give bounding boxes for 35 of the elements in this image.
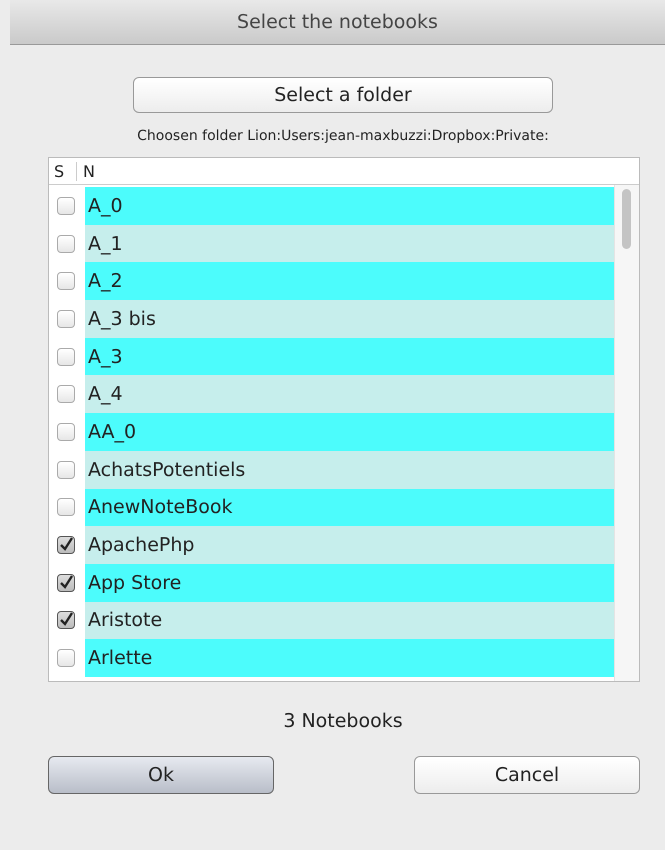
checkbox[interactable] — [57, 310, 75, 328]
notebook-name-cell[interactable]: A_1 — [85, 224, 614, 262]
checkbox[interactable] — [57, 460, 75, 479]
window-title: Select the notebooks — [237, 11, 438, 33]
notebook-name-cell[interactable]: Arlette — [85, 639, 614, 677]
notebook-name-cell[interactable]: Aristote — [85, 602, 614, 640]
checkbox[interactable] — [57, 649, 75, 668]
checkbox[interactable] — [57, 348, 75, 366]
cancel-button[interactable]: Cancel — [414, 756, 640, 794]
notebook-name-cell[interactable]: A_3 — [85, 338, 614, 376]
notebook-name-cell[interactable]: AA_0 — [85, 413, 614, 451]
checkbox[interactable] — [57, 196, 75, 215]
checkbox[interactable] — [57, 498, 75, 516]
checkbox[interactable] — [57, 611, 75, 630]
notebook-name-cell[interactable]: A_3 bis — [85, 300, 614, 338]
checkbox[interactable] — [57, 536, 75, 554]
notebook-name-cell[interactable]: A_2 — [85, 262, 614, 300]
scrollbar[interactable] — [614, 185, 639, 681]
column-header[interactable]: N — [77, 162, 95, 180]
checkbox[interactable] — [57, 574, 75, 592]
notebook-name-cell[interactable]: ApachePhp — [85, 526, 614, 564]
checkbox[interactable] — [57, 385, 75, 404]
folder-path-label: Choosen folder Lion:Users:jean-maxbuzzi:Dropbox:Private: — [136, 128, 550, 144]
checkbox[interactable] — [57, 422, 75, 441]
column-header[interactable]: S — [49, 162, 77, 180]
checkbox[interactable] — [57, 272, 75, 290]
notebook-name-cell[interactable]: AnewNoteBook — [85, 488, 614, 526]
select-folder-button[interactable]: Select a folder — [133, 77, 553, 113]
checkbox[interactable] — [57, 234, 75, 253]
notebook-name-cell[interactable]: App Store — [85, 564, 614, 602]
ok-button[interactable]: Ok — [48, 756, 274, 794]
notebook-name-cell[interactable]: A_0 — [85, 187, 614, 225]
notebook-name-cell[interactable]: A_4 — [85, 375, 614, 414]
notebook-name-cell[interactable]: AchatsPotentiels — [85, 450, 614, 488]
notebook-count: 3 Notebooks — [282, 710, 404, 732]
